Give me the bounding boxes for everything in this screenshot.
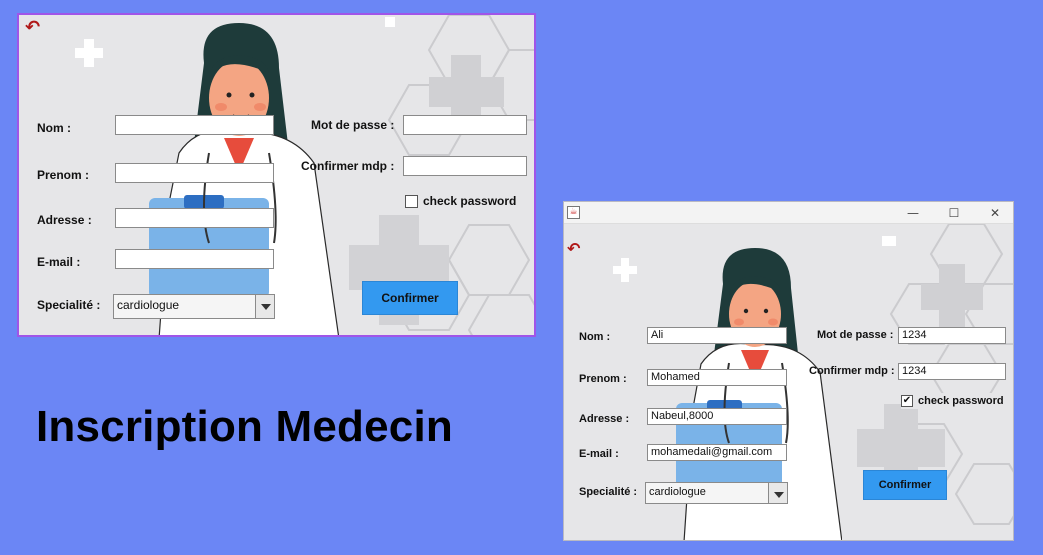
registration-form-filled: ↶ Nom : Ali Prenom : Mohamed Adresse : N… [564,224,1013,540]
java-icon: ☕ [567,206,580,219]
adresse-field[interactable] [115,208,274,228]
password-field[interactable]: 1234 [898,327,1006,344]
specialite-label: Specialité : [37,298,101,312]
adresse-field[interactable]: Nabeul,8000 [647,408,787,425]
check-password-label: check password [423,194,517,208]
nom-label: Nom : [37,121,71,135]
password-label: Mot de passe : [311,118,395,132]
specialite-value: cardiologue [117,298,180,312]
plus-icon-bar [75,48,103,58]
plus-icon-bar [613,266,637,274]
checkbox-checked-icon[interactable]: ✔ [901,395,913,407]
email-label: E-mail : [579,448,619,460]
registration-form-empty: ↶ Nom : Prenom : Adresse : E-mail : Spec… [17,13,536,337]
check-password-toggle[interactable]: ✔ check password [901,393,1007,409]
email-label: E-mail : [37,255,81,269]
check-password-label: check password [918,395,1004,407]
specialite-dropdown[interactable]: cardiologue [113,294,275,319]
nom-field[interactable] [115,115,274,135]
confirm-password-label: Confirmer mdp : [809,365,895,377]
chevron-down-icon[interactable] [768,483,787,503]
confirm-password-field[interactable] [403,156,527,176]
checkbox-unchecked-icon[interactable] [405,194,418,208]
registration-window-filled: ☕ — ☐ ✕ ↶ Nom: Ali Prenom: Mohamed Adr… [563,201,1014,541]
check-password-toggle[interactable]: check password [405,192,521,210]
minimize-button[interactable]: — [898,204,928,222]
prenom-field[interactable]: Mohamed [647,369,787,386]
nom-field[interactable]: Ali [647,327,787,344]
close-button[interactable]: ✕ [980,204,1010,222]
password-field[interactable] [403,115,527,135]
confirm-password-field[interactable]: 1234 [898,363,1006,380]
specialite-value: cardiologue [649,486,706,498]
specialite-dropdown[interactable]: cardiologue [645,482,788,504]
nom-label: Nom : [579,331,611,343]
adresse-label: Adresse : [37,213,92,227]
password-label: Mot de passe : [817,329,894,341]
back-arrow-icon[interactable]: ↶ [25,19,40,37]
prenom-label: Prenom : [579,373,627,385]
prenom-label: Prenom : [37,168,90,182]
specialite-label: Specialité : [579,486,638,498]
prenom-field[interactable] [115,163,274,183]
chevron-down-icon[interactable] [255,295,274,318]
confirm-button[interactable]: Confirmer [863,470,947,500]
window-titlebar: ☕ — ☐ ✕ [564,202,1013,224]
maximize-button[interactable]: ☐ [939,204,969,222]
back-arrow-icon[interactable]: ↶ [567,240,580,258]
adresse-label: Adresse : [579,413,630,425]
square-decoration [385,17,395,27]
square-decoration [882,236,896,246]
page-heading: Inscription Medecin [36,402,453,451]
confirm-button[interactable]: Confirmer [362,281,458,315]
email-field[interactable] [115,249,274,269]
confirm-password-label: Confirmer mdp : [301,159,395,173]
email-field[interactable]: mohamedali@gmail.com [647,444,787,461]
